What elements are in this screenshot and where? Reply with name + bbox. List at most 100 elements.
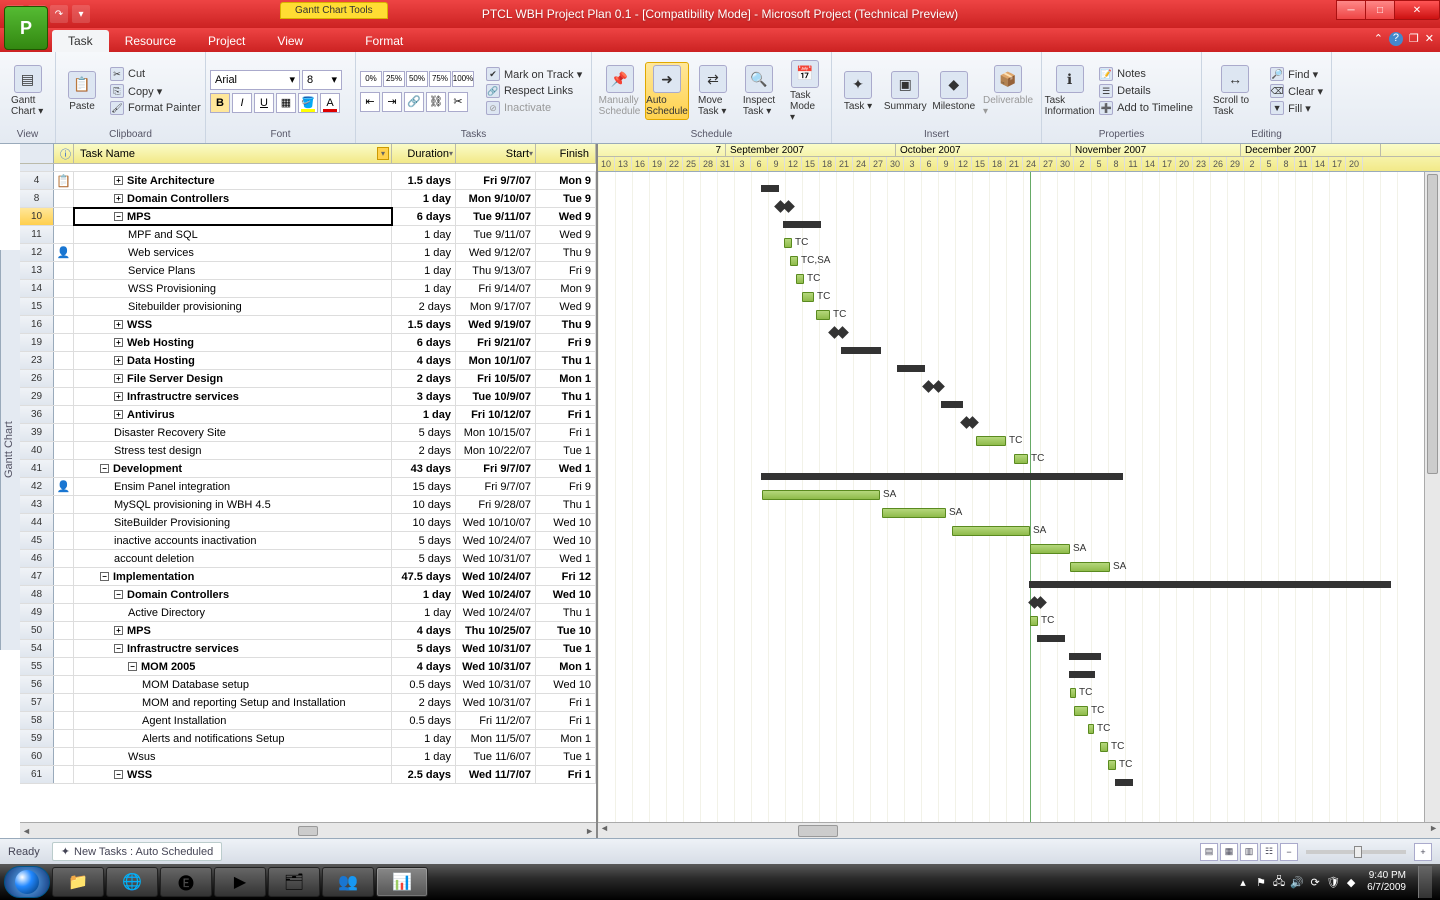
- row-taskname[interactable]: inactive accounts inactivation: [74, 532, 392, 549]
- table-row[interactable]: 50+MPS4 daysThu 10/25/07Tue 10: [20, 622, 596, 640]
- unlink-button[interactable]: ⛓: [426, 92, 446, 112]
- row-taskname[interactable]: Wsus: [74, 748, 392, 765]
- row-start[interactable]: Wed 10/31/07: [456, 676, 536, 693]
- minimize-button[interactable]: ─: [1336, 0, 1366, 20]
- row-start[interactable]: Mon 10/15/07: [456, 424, 536, 441]
- row-taskname[interactable]: Agent Installation: [74, 712, 392, 729]
- task-information-button[interactable]: ℹTask Information: [1046, 62, 1093, 120]
- row-id[interactable]: 55: [20, 658, 54, 675]
- underline-button[interactable]: U: [254, 93, 274, 113]
- maximize-button[interactable]: □: [1365, 0, 1395, 20]
- row-start[interactable]: Wed 10/31/07: [456, 658, 536, 675]
- table-row[interactable]: 11MPF and SQL1 dayTue 9/11/07Wed 9: [20, 226, 596, 244]
- row-id[interactable]: 4: [20, 172, 54, 189]
- row-duration[interactable]: 1 day: [392, 406, 456, 423]
- row-duration[interactable]: 1 day: [392, 244, 456, 261]
- row-taskname[interactable]: +Data Hosting: [74, 352, 392, 369]
- row-duration[interactable]: 4 days: [392, 658, 456, 675]
- row-taskname[interactable]: +Infrastructre services: [74, 388, 392, 405]
- gantt-task-bar[interactable]: TC: [1074, 706, 1088, 716]
- table-row[interactable]: 46account deletion5 daysWed 10/31/07Wed …: [20, 550, 596, 568]
- taskbar-messenger[interactable]: 👥: [322, 867, 374, 897]
- row-finish[interactable]: Fri 9: [536, 262, 596, 279]
- tab-task[interactable]: Task: [52, 30, 109, 52]
- outdent-button[interactable]: ⇤: [360, 92, 380, 112]
- zoom-knob[interactable]: [1354, 846, 1362, 858]
- row-finish[interactable]: Fri 9: [536, 478, 596, 495]
- header-id[interactable]: [20, 144, 54, 163]
- row-taskname[interactable]: Ensim Panel integration: [74, 478, 392, 495]
- expander-icon[interactable]: −: [100, 572, 109, 581]
- row-start[interactable]: Wed 10/31/07: [456, 694, 536, 711]
- add-timeline-button[interactable]: ➕Add to Timeline: [1095, 100, 1197, 116]
- tray-app-icon[interactable]: ◆: [1343, 874, 1359, 890]
- row-id[interactable]: 19: [20, 334, 54, 351]
- row-id[interactable]: 40: [20, 442, 54, 459]
- gantt-task-bar[interactable]: TC: [1088, 724, 1094, 734]
- scroll-to-task-button[interactable]: ↔Scroll to Task: [1206, 62, 1264, 120]
- table-row[interactable]: 41−Development43 daysFri 9/7/07Wed 1: [20, 460, 596, 478]
- row-duration[interactable]: 2 days: [392, 298, 456, 315]
- row-taskname[interactable]: MPF and SQL: [74, 226, 392, 243]
- font-color-button[interactable]: A: [320, 93, 340, 113]
- gantt-task-bar[interactable]: SA: [762, 490, 880, 500]
- table-row[interactable]: 14WSS Provisioning1 dayFri 9/14/07Mon 9: [20, 280, 596, 298]
- inspect-task-button[interactable]: 🔍Inspect Task ▾: [737, 62, 781, 120]
- split-button[interactable]: ✂: [448, 92, 468, 112]
- gantt-task-bar[interactable]: SA: [1030, 544, 1070, 554]
- gantt-milestone-pair[interactable]: [924, 382, 938, 392]
- row-taskname[interactable]: −Domain Controllers: [74, 586, 392, 603]
- row-finish[interactable]: Fri 1: [536, 406, 596, 423]
- respect-links-button[interactable]: 🔗Respect Links: [482, 83, 586, 99]
- row-start[interactable]: Fri 11/2/07: [456, 712, 536, 729]
- table-row[interactable]: 12👤Web services1 dayWed 9/12/07Thu 9: [20, 244, 596, 262]
- table-row[interactable]: 23+Data Hosting4 daysMon 10/1/07Thu 1: [20, 352, 596, 370]
- expander-icon[interactable]: −: [114, 212, 123, 221]
- row-taskname[interactable]: +Site Architecture: [74, 172, 392, 189]
- row-taskname[interactable]: −Development: [74, 460, 392, 477]
- move-task-button[interactable]: ⇄Move Task ▾: [691, 62, 735, 120]
- gantt-task-bar[interactable]: TC: [1108, 760, 1116, 770]
- font-name-combo[interactable]: Arial▾: [210, 70, 300, 90]
- gantt-summary-bar[interactable]: [898, 365, 924, 372]
- pct-0-button[interactable]: 0%: [360, 71, 382, 87]
- gantt-summary-bar[interactable]: [1038, 635, 1064, 642]
- row-finish[interactable]: Tue 10: [536, 622, 596, 639]
- zoom-out-button[interactable]: −: [1280, 843, 1298, 861]
- row-id[interactable]: 60: [20, 748, 54, 765]
- row-id[interactable]: 43: [20, 496, 54, 513]
- expander-icon[interactable]: −: [100, 464, 109, 473]
- row-taskname[interactable]: +WSS: [74, 316, 392, 333]
- row-finish[interactable]: Wed 10: [536, 514, 596, 531]
- row-start[interactable]: Wed 10/24/07: [456, 532, 536, 549]
- row-duration[interactable]: 2 days: [392, 694, 456, 711]
- row-id[interactable]: 49: [20, 604, 54, 621]
- close-button[interactable]: ✕: [1394, 0, 1440, 20]
- tray-shield-icon[interactable]: 🛡: [1325, 874, 1341, 890]
- row-taskname[interactable]: Sitebuilder provisioning: [74, 298, 392, 315]
- row-duration[interactable]: 15 days: [392, 478, 456, 495]
- row-taskname[interactable]: Alerts and notifications Setup: [74, 730, 392, 747]
- vscrollbar[interactable]: [1424, 172, 1440, 822]
- pct-25-button[interactable]: 25%: [383, 71, 405, 87]
- row-taskname[interactable]: −MPS: [74, 208, 392, 225]
- table-row[interactable]: 54−Infrastructre services5 daysWed 10/31…: [20, 640, 596, 658]
- row-id[interactable]: 58: [20, 712, 54, 729]
- header-duration[interactable]: Duration▾: [392, 144, 456, 163]
- manually-schedule-button[interactable]: 📌Manually Schedule: [596, 62, 643, 120]
- row-taskname[interactable]: −MOM 2005: [74, 658, 392, 675]
- notes-button[interactable]: 📝Notes: [1095, 66, 1197, 82]
- row-finish[interactable]: Thu 9: [536, 316, 596, 333]
- table-row[interactable]: 13Service Plans1 dayThu 9/13/07Fri 9: [20, 262, 596, 280]
- help-icon[interactable]: ?: [1389, 32, 1403, 46]
- row-finish[interactable]: Mon 1: [536, 370, 596, 387]
- gantt-milestone-pair[interactable]: [830, 328, 842, 338]
- row-taskname[interactable]: account deletion: [74, 550, 392, 567]
- row-taskname[interactable]: +MPS: [74, 622, 392, 639]
- row-finish[interactable]: Wed 1: [536, 460, 596, 477]
- gantt-summary-bar[interactable]: [784, 221, 820, 228]
- pct-75-button[interactable]: 75%: [429, 71, 451, 87]
- row-start[interactable]: Thu 10/25/07: [456, 622, 536, 639]
- row-finish[interactable]: Mon 9: [536, 280, 596, 297]
- gantt-task-bar[interactable]: SA: [1070, 562, 1110, 572]
